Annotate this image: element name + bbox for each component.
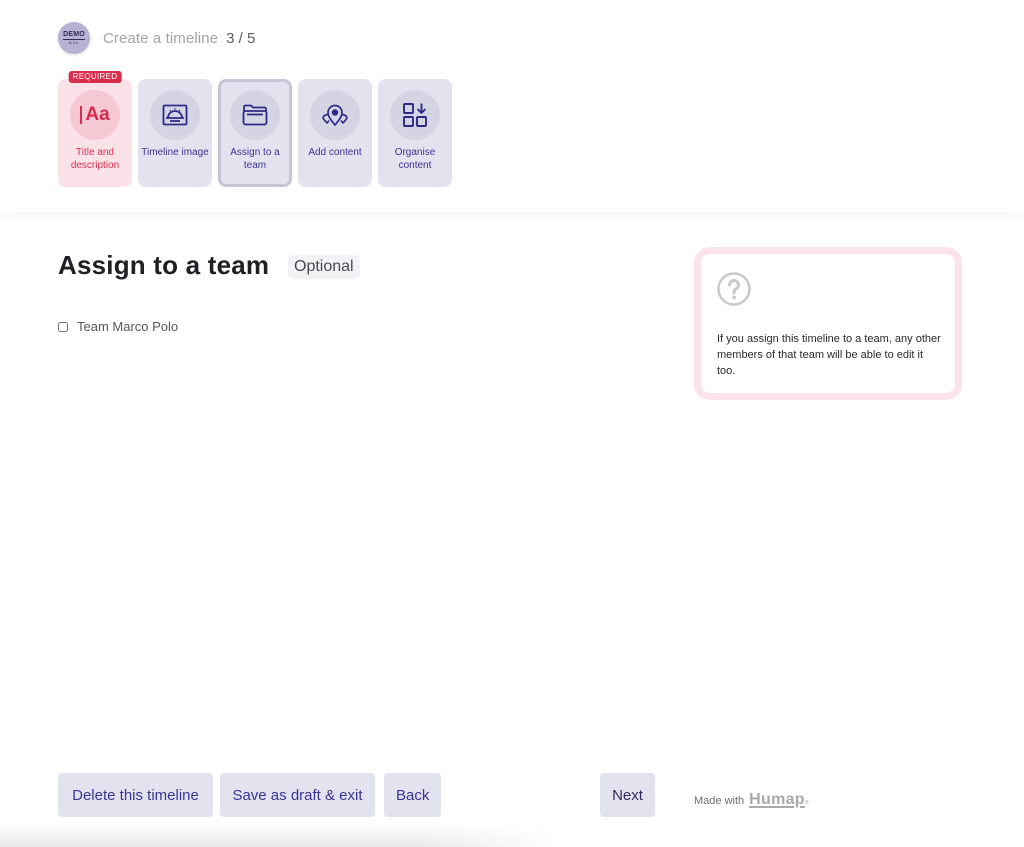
- org-logo-line1: DEMO: [63, 30, 85, 40]
- step-label: Add content: [308, 147, 362, 158]
- image-sunrise-icon: [162, 104, 188, 126]
- step-icon-circle: [310, 90, 360, 140]
- made-with-text: Made with: [694, 795, 745, 807]
- optional-badge: Optional: [288, 255, 360, 279]
- save-draft-exit-button[interactable]: Save as draft & exit: [220, 773, 375, 817]
- page-title: Assign to a team: [58, 250, 270, 280]
- org-logo[interactable]: DEMO & Co.: [58, 22, 90, 54]
- step-organise-content[interactable]: Organise content: [378, 79, 452, 187]
- help-text: If you assign this timeline to a team, a…: [717, 333, 941, 377]
- step-timeline-image[interactable]: Timeline image: [138, 79, 212, 187]
- text-aa-icon: Aa: [80, 104, 110, 126]
- wizard-header: DEMO & Co. Create a timeline 3 / 5 REQUI…: [0, 0, 1024, 212]
- delete-timeline-button[interactable]: Delete this timeline: [58, 773, 213, 817]
- made-with-humap[interactable]: Made with Humap ®: [694, 791, 809, 809]
- step-icon-circle: [230, 90, 280, 140]
- step-title-and-description[interactable]: REQUIRED Aa Title and description: [58, 71, 132, 187]
- step-label: Timeline image: [141, 147, 209, 158]
- step-icon-circle: [390, 90, 440, 140]
- humap-logo[interactable]: Humap: [749, 791, 805, 809]
- step-assign-to-a-team[interactable]: Assign to a team: [218, 79, 292, 187]
- wizard-step-counter: 3 / 5: [226, 29, 256, 47]
- step-icon-circle: Aa: [70, 90, 120, 140]
- bottom-shadow: [0, 822, 560, 847]
- step-label: Title and description: [70, 147, 120, 171]
- step-label: Assign to a team: [230, 147, 280, 171]
- wizard-steps: REQUIRED Aa Title and description Timeli…: [58, 71, 452, 187]
- map-pins-icon: [322, 104, 348, 126]
- humap-trademark: ®: [804, 800, 809, 806]
- step-icon-circle: [150, 90, 200, 140]
- question-circle-icon: [717, 272, 751, 306]
- grid-arrow-down-icon: [403, 103, 427, 127]
- step-add-content[interactable]: Add content: [298, 79, 372, 187]
- brand-row: DEMO & Co. Create a timeline 3 / 5: [58, 22, 255, 54]
- wizard-title: Create a timeline: [103, 29, 219, 47]
- org-logo-line2: & Co.: [68, 39, 79, 45]
- team-label: Team Marco Polo: [77, 319, 179, 334]
- next-button[interactable]: Next: [600, 773, 655, 817]
- back-button[interactable]: Back: [384, 773, 441, 817]
- required-badge: REQUIRED: [68, 71, 122, 83]
- team-option[interactable]: Team Marco Polo: [58, 319, 178, 334]
- folder-icon: [242, 104, 268, 126]
- help-box: If you assign this timeline to a team, a…: [694, 247, 962, 400]
- step-label: Organise content: [394, 147, 436, 171]
- team-checkbox[interactable]: [58, 321, 68, 332]
